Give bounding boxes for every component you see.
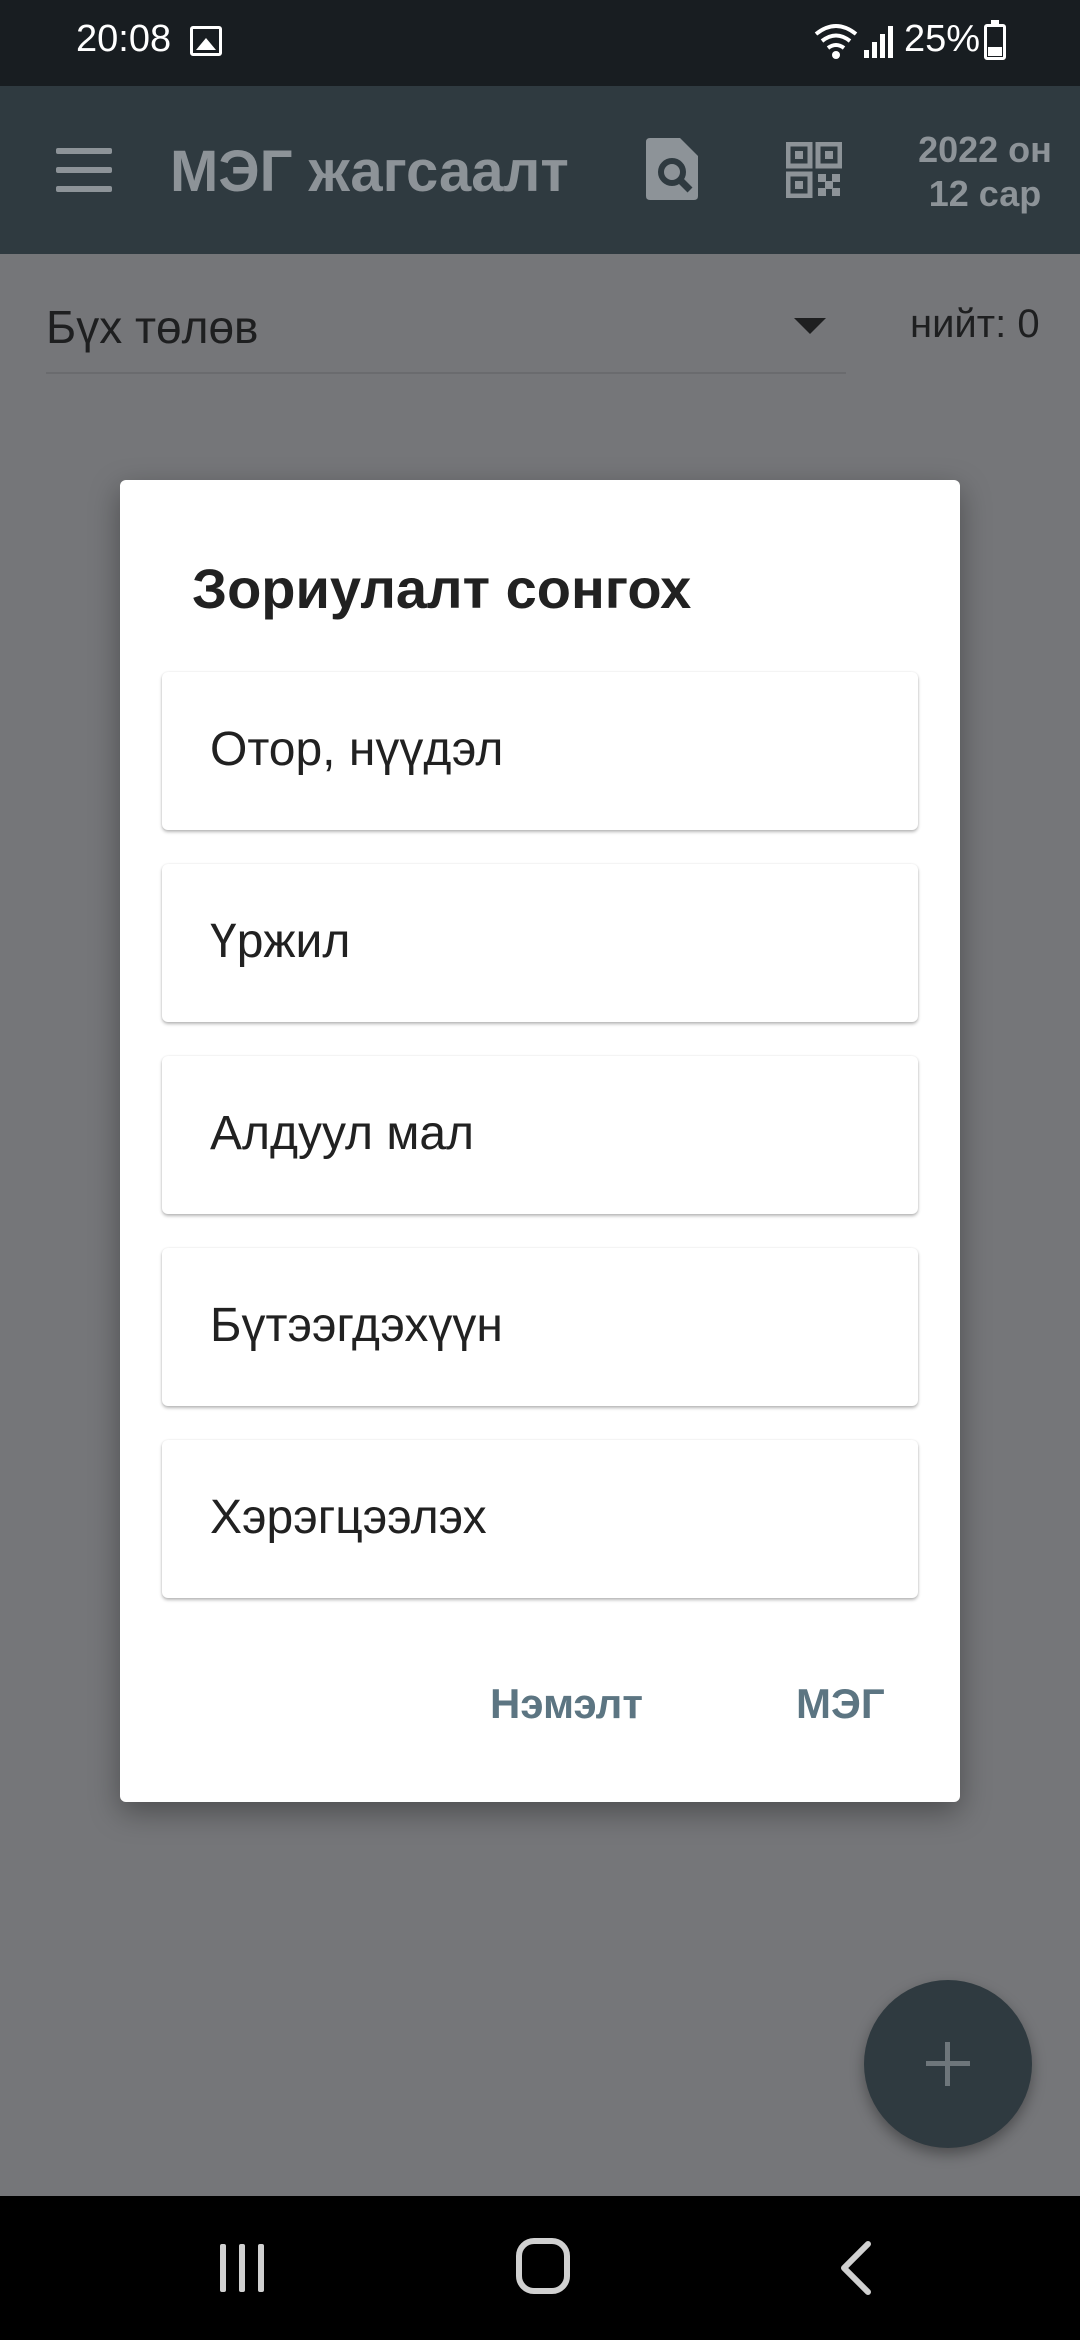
menu-icon[interactable] [56,148,112,192]
gallery-icon [190,26,222,56]
battery-percent: 25% [904,18,981,60]
add-button[interactable] [864,1980,1032,2148]
status-time: 20:08 [76,18,172,60]
purpose-select-dialog: Зориулалт сонгох Отор, нүүдэл Үржил Алду… [120,480,960,1802]
status-filter-dropdown[interactable]: Бүх төлөв [46,290,846,374]
status-bar: 20:08 25% [0,0,1080,86]
option-item[interactable]: Хэрэгцээлэх [162,1440,918,1598]
recent-apps-icon[interactable] [218,2244,266,2292]
battery-icon [984,20,1006,60]
document-search-icon[interactable] [644,136,700,202]
option-label: Отор, нүүдэл [210,723,504,776]
wifi-icon [814,24,858,59]
signal-icon [864,26,893,58]
meg-button[interactable]: МЭГ [796,1680,885,1728]
home-icon[interactable] [516,2238,570,2294]
system-nav-bar [0,2196,1080,2340]
dropdown-arrow-icon [794,318,826,334]
qr-code-icon[interactable] [786,142,842,198]
app-bar: МЭГ жагсаалт 2022 он 12 сар [0,86,1080,254]
page-title: МЭГ жагсаалт [170,139,569,204]
extra-button[interactable]: Нэмэлт [490,1680,643,1728]
option-item[interactable]: Үржил [162,864,918,1022]
option-item[interactable]: Алдуул мал [162,1056,918,1214]
option-label: Бүтээгдэхүүн [210,1299,503,1352]
period-year: 2022 он [918,129,1052,170]
option-item[interactable]: Бүтээгдэхүүн [162,1248,918,1406]
status-filter-value: Бүх төлөв [46,301,259,353]
period-month: 12 сар [928,173,1042,214]
option-label: Хэрэгцээлэх [210,1491,487,1544]
dialog-title: Зориулалт сонгох [192,557,692,620]
period-selector[interactable]: 2022 он 12 сар [900,128,1070,216]
option-item[interactable]: Отор, нүүдэл [162,672,918,830]
back-icon[interactable] [830,2240,884,2296]
option-label: Алдуул мал [210,1107,475,1160]
option-label: Үржил [210,915,351,968]
total-count: нийт: 0 [910,302,1040,346]
